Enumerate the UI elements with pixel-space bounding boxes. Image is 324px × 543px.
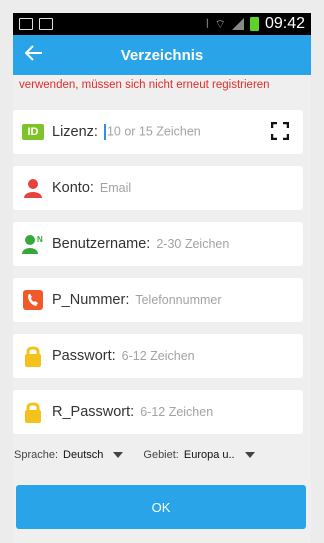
account-field[interactable]: Konto: Email — [13, 166, 303, 210]
status-bar: ⦚ ⌔ 09:42 — [13, 13, 311, 35]
wifi-icon: ⌔ — [214, 16, 226, 31]
person-name-icon: N — [22, 233, 44, 255]
arrow-left-icon[interactable] — [23, 43, 45, 65]
license-label: Lizenz: — [52, 124, 98, 140]
region-value: Europa u.. — [183, 449, 235, 461]
language-label: Sprache: — [14, 449, 59, 461]
password-label: Passwort: — [52, 348, 116, 364]
password-input[interactable]: 6-12 Zeichen — [122, 349, 195, 363]
lock-icon — [22, 401, 44, 423]
account-label: Konto: — [52, 180, 94, 196]
region-select[interactable]: Gebiet: Europa u.. — [143, 449, 255, 461]
ok-button[interactable]: OK — [16, 485, 306, 529]
lock-icon — [22, 345, 44, 367]
phone-icon — [22, 289, 44, 311]
app-screen: ⦚ ⌔ 09:42 Verzeichnis verwenden, müssen … — [13, 13, 311, 543]
repeat-password-input[interactable]: 6-12 Zeichen — [140, 405, 213, 419]
repeat-password-field[interactable]: R_Passwort: 6-12 Zeichen — [13, 390, 303, 434]
scan-icon[interactable] — [270, 121, 290, 141]
vibrate-icon: ⦚ — [206, 16, 209, 31]
license-field[interactable]: ID Lizenz: 10 or 15 Zeichen — [13, 110, 303, 154]
person-icon — [22, 177, 44, 199]
registration-notice: verwenden, müssen sich nicht erneut regi… — [19, 79, 270, 91]
page-title: Verzeichnis — [120, 46, 204, 64]
phone-label: P_Nummer: — [52, 292, 130, 308]
region-label: Gebiet: — [143, 449, 179, 461]
id-card-icon: ID — [22, 121, 44, 143]
app-bar: Verzeichnis — [13, 35, 311, 75]
language-select[interactable]: Sprache: Deutsch — [14, 449, 124, 461]
clipboard-icon — [39, 18, 53, 30]
signal-icon — [231, 18, 244, 30]
svg-text:N: N — [37, 235, 43, 244]
repeat-password-label: R_Passwort: — [52, 404, 135, 420]
chevron-down-icon — [113, 452, 124, 458]
chevron-down-icon — [244, 452, 255, 458]
username-input[interactable]: 2-30 Zeichen — [156, 237, 229, 251]
phone-input[interactable]: Telefonnummer — [135, 293, 221, 307]
battery-icon — [249, 17, 259, 31]
username-field[interactable]: N Benutzername: 2-30 Zeichen — [13, 222, 303, 266]
password-field[interactable]: Passwort: 6-12 Zeichen — [13, 334, 303, 378]
language-value: Deutsch — [63, 449, 104, 461]
status-time: 09:42 — [264, 15, 305, 32]
phone-field[interactable]: P_Nummer: Telefonnummer — [13, 278, 303, 322]
account-input[interactable]: Email — [100, 181, 131, 195]
gallery-icon — [19, 18, 33, 30]
license-placeholder: 10 or 15 Zeichen — [106, 124, 201, 139]
username-label: Benutzername: — [52, 236, 151, 252]
settings-row: Sprache: Deutsch Gebiet: Europa u.. — [14, 449, 305, 461]
license-input[interactable]: 10 or 15 Zeichen — [103, 124, 201, 140]
